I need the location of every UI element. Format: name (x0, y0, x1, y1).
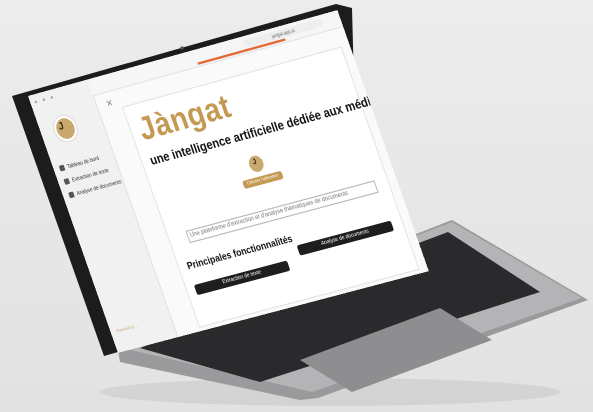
window-controls[interactable]: ● ● ● (33, 94, 56, 106)
sidebar-item-dashboard[interactable]: Tableau de bord (58, 155, 100, 172)
sidebar-item-label: Tableau de bord (66, 155, 100, 170)
sidebar-item-label: Extraction de texte (71, 167, 110, 183)
webcam-icon (180, 46, 184, 50)
analysis-button[interactable]: Analyse de documents (296, 220, 395, 256)
grid-icon (68, 191, 75, 199)
home-icon (58, 164, 66, 172)
close-icon[interactable]: ✕ (105, 98, 115, 110)
sidebar-item-label: Analyse de documents (75, 178, 123, 197)
sidebar-footer: Powered by ... (115, 323, 139, 334)
app-logo-icon (50, 113, 81, 144)
start-button[interactable]: Débuter l'utilisation (242, 170, 284, 190)
document-icon (63, 178, 71, 185)
